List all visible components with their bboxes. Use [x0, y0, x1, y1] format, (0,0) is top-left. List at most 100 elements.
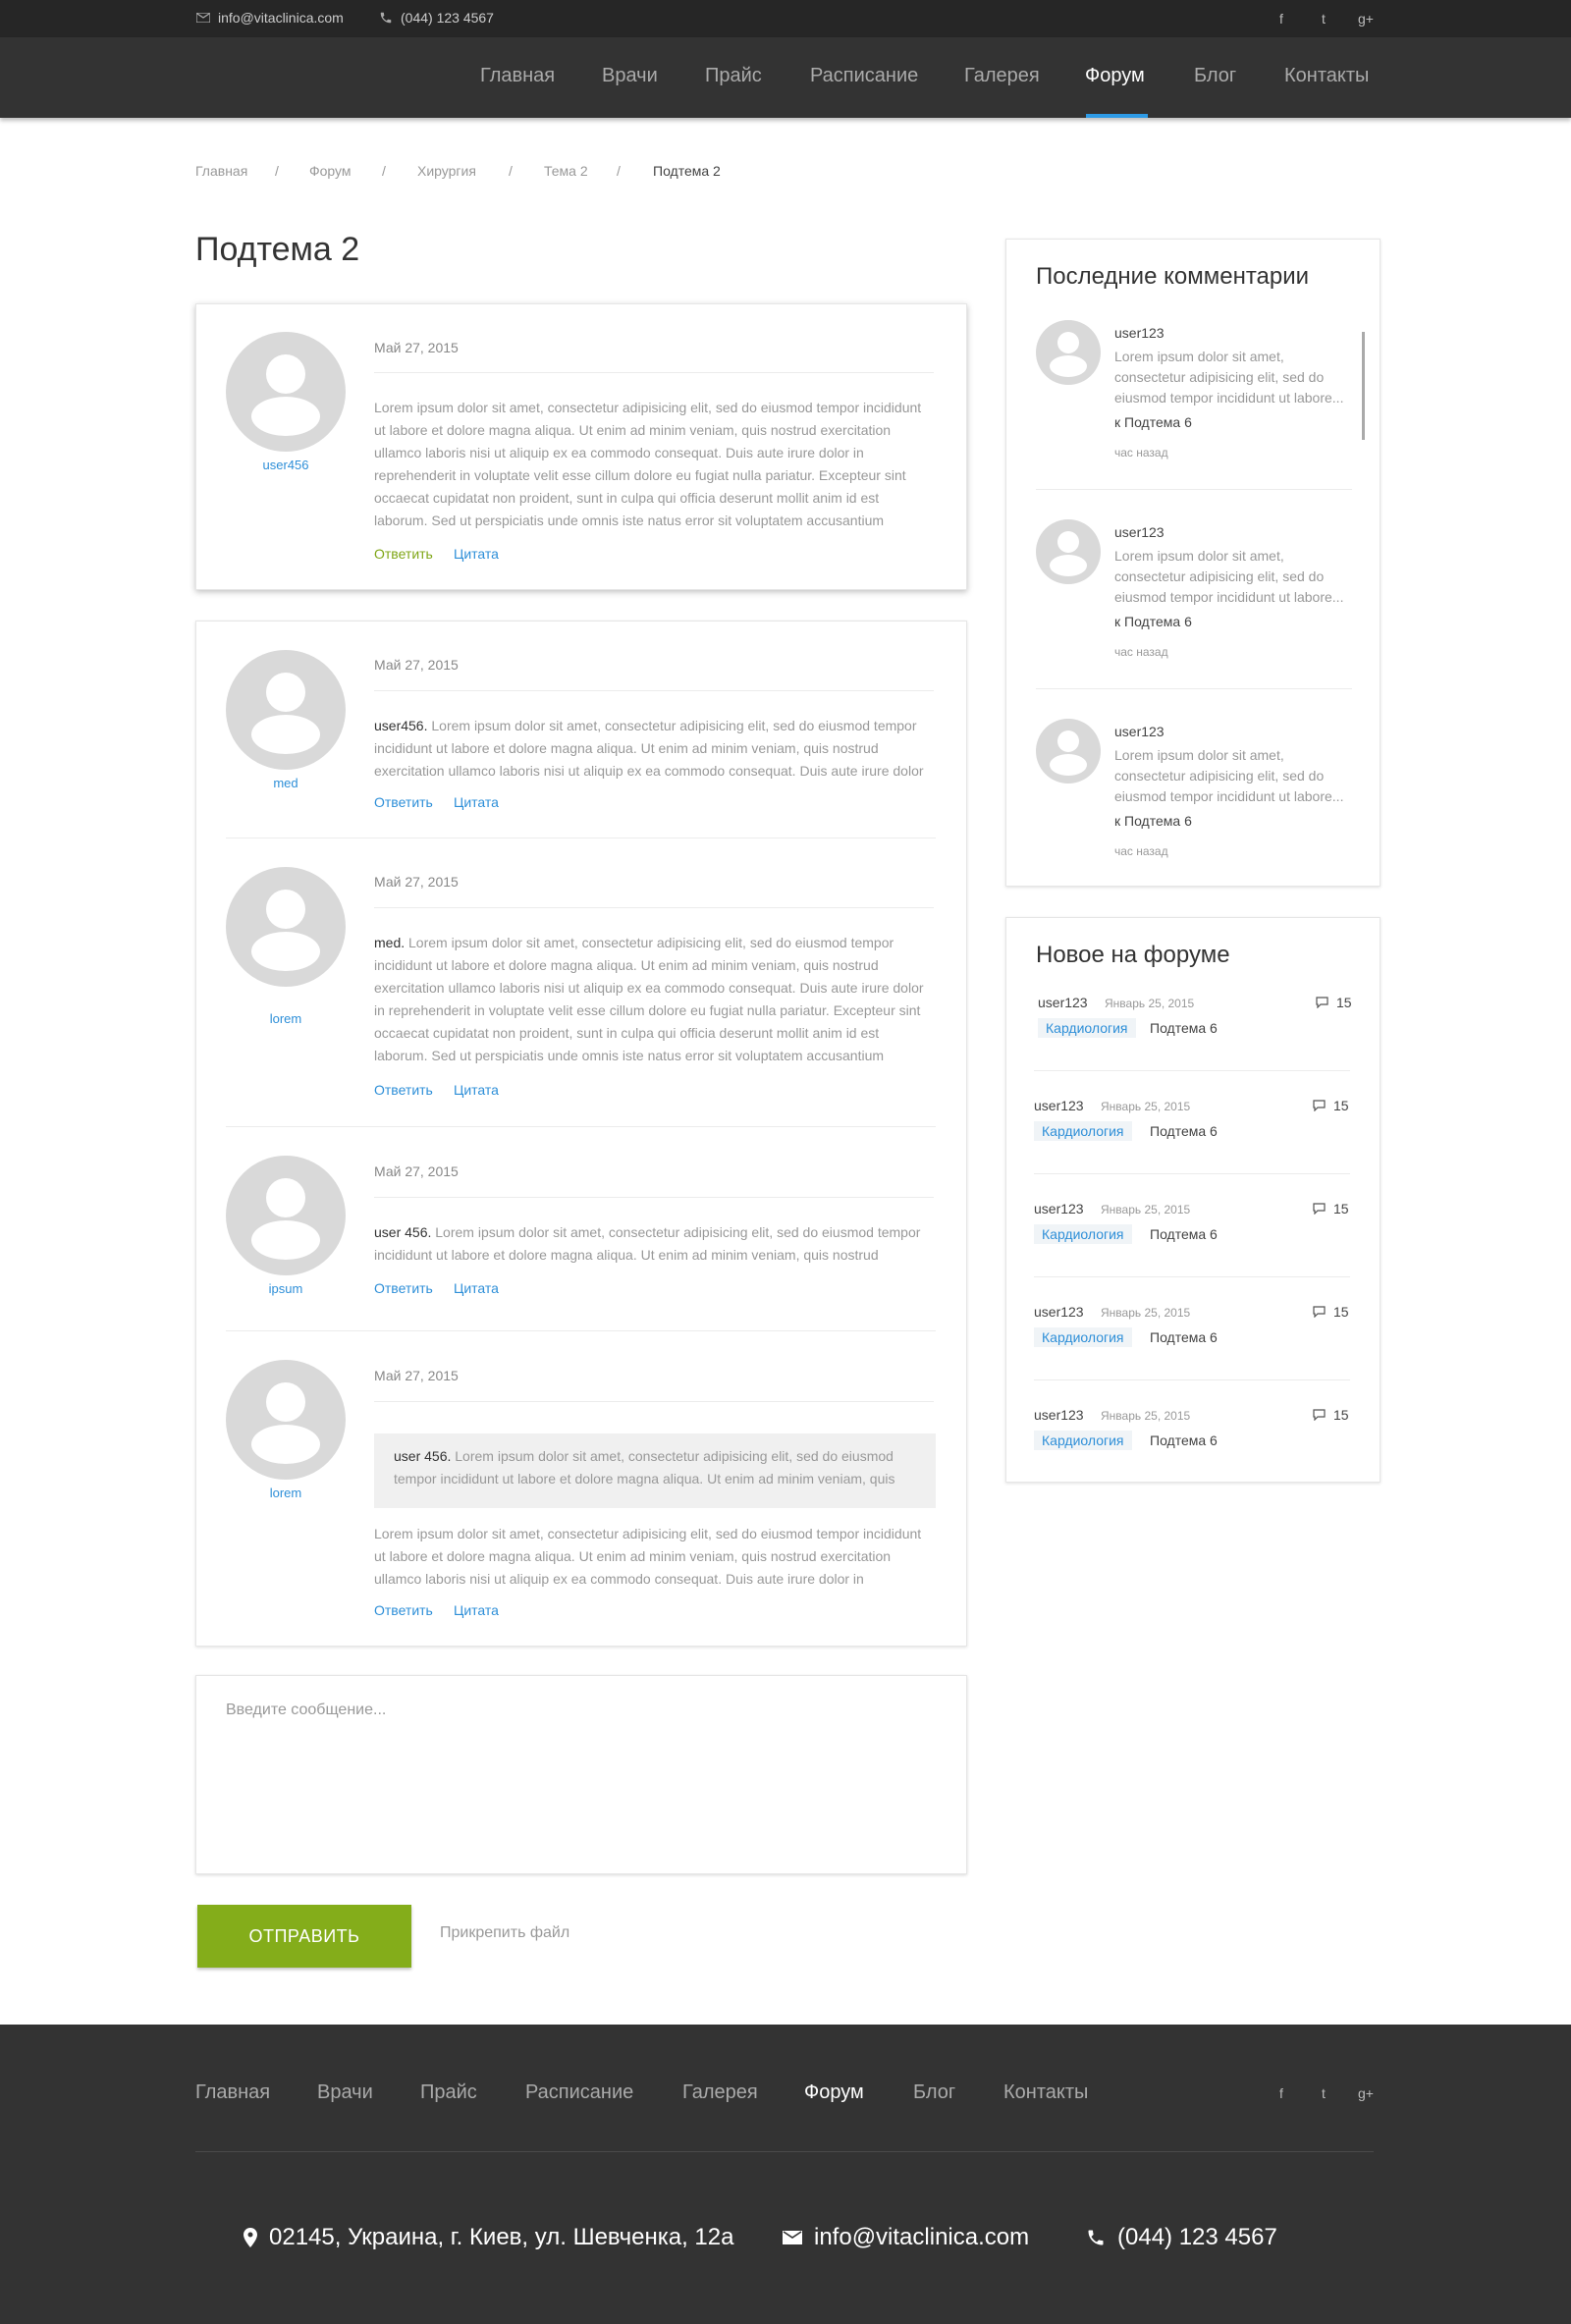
comments-scrollbar[interactable] — [1362, 332, 1365, 440]
forum-item-category-tag[interactable]: Кардиология — [1038, 1018, 1136, 1038]
forum-item-user[interactable]: user123 — [1034, 1098, 1084, 1113]
comment-user[interactable]: user123 — [1114, 724, 1165, 739]
forum-item-date: Январь 25, 2015 — [1101, 1100, 1191, 1113]
forum-item-user[interactable]: user123 — [1034, 1304, 1084, 1320]
quote-link[interactable]: Цитата — [454, 1082, 499, 1098]
avatar[interactable] — [226, 332, 346, 452]
mail-icon — [196, 13, 210, 23]
nav-item-contacts[interactable]: Контакты — [1284, 65, 1369, 87]
forum-item-topic[interactable]: Подтема 6 — [1150, 1020, 1218, 1036]
comment-icon — [1313, 1100, 1326, 1111]
nav-item-schedule[interactable]: Расписание — [810, 65, 918, 87]
google-plus-icon[interactable]: g+ — [1356, 2083, 1376, 2103]
reply-link[interactable]: Ответить — [374, 794, 433, 810]
reply-link[interactable]: Ответить — [374, 1280, 433, 1296]
forum-item-comments: 15 — [1313, 1304, 1349, 1320]
attach-file-link[interactable]: Прикрепить файл — [440, 1924, 569, 1942]
post-separator — [226, 1330, 936, 1331]
google-plus-icon[interactable]: g+ — [1356, 9, 1376, 28]
avatar[interactable] — [226, 867, 346, 987]
post-username[interactable]: ipsum — [226, 1281, 346, 1296]
breadcrumb-forum[interactable]: Форум — [309, 163, 352, 179]
topbar-email[interactable]: info@vitaclinica.com — [196, 10, 344, 26]
footer-nav-schedule[interactable]: Расписание — [525, 2081, 633, 2104]
breadcrumb-separator: / — [275, 163, 279, 179]
footer-nav-forum[interactable]: Форум — [804, 2081, 864, 2104]
comment-topic-link[interactable]: к Подтема 6 — [1114, 614, 1192, 629]
comment-topic-link[interactable]: к Подтема 6 — [1114, 414, 1192, 430]
post-date: Май 27, 2015 — [374, 1163, 459, 1179]
footer-email[interactable]: info@vitaclinica.com — [783, 2224, 1029, 2251]
avatar[interactable] — [226, 1156, 346, 1275]
twitter-icon[interactable]: t — [1314, 9, 1333, 28]
footer-nav-blog[interactable]: Блог — [913, 2081, 955, 2104]
forum-item-user[interactable]: user123 — [1038, 995, 1088, 1010]
quote-link[interactable]: Цитата — [454, 794, 499, 810]
post-username[interactable]: user456 — [226, 458, 346, 472]
footer-divider — [195, 2151, 1374, 2152]
comment-user[interactable]: user123 — [1114, 325, 1165, 341]
reply-link[interactable]: Ответить — [374, 546, 433, 562]
avatar[interactable] — [226, 650, 346, 770]
nav-item-forum[interactable]: Форум — [1085, 65, 1145, 87]
footer-phone[interactable]: (044) 123 4567 — [1086, 2224, 1277, 2251]
avatar[interactable] — [1036, 719, 1101, 784]
footer-address: 02145, Украина, г. Киев, ул. Шевченка, 1… — [244, 2224, 733, 2251]
post-username[interactable]: lorem — [226, 1486, 346, 1500]
forum-item-topic[interactable]: Подтема 6 — [1150, 1432, 1218, 1448]
message-input[interactable] — [196, 1676, 966, 1873]
nav-item-price[interactable]: Прайс — [705, 65, 762, 87]
forum-item-separator — [1034, 1379, 1350, 1380]
comment-user[interactable]: user123 — [1114, 524, 1165, 540]
forum-item-topic[interactable]: Подтема 6 — [1150, 1226, 1218, 1242]
breadcrumb-home[interactable]: Главная — [195, 163, 247, 179]
post-mention: user456. — [374, 718, 428, 733]
topbar-email-text: info@vitaclinica.com — [218, 10, 344, 26]
forum-item-topic[interactable]: Подтема 6 — [1150, 1329, 1218, 1345]
twitter-icon[interactable]: t — [1314, 2083, 1333, 2103]
send-button[interactable]: ОТПРАВИТЬ — [197, 1905, 411, 1968]
quote-link[interactable]: Цитата — [454, 546, 499, 562]
breadcrumb-surgery[interactable]: Хирургия — [417, 163, 476, 179]
forum-item-topic[interactable]: Подтема 6 — [1150, 1123, 1218, 1139]
facebook-icon[interactable]: f — [1272, 9, 1291, 28]
forum-item-category-tag[interactable]: Кардиология — [1034, 1431, 1132, 1450]
footer-nav-gallery[interactable]: Галерея — [682, 2081, 758, 2104]
forum-item-category-tag[interactable]: Кардиология — [1034, 1327, 1132, 1347]
comment-count: 15 — [1333, 1098, 1349, 1113]
nav-item-doctors[interactable]: Врачи — [602, 65, 658, 87]
footer-nav-contacts[interactable]: Контакты — [1003, 2081, 1088, 2104]
avatar[interactable] — [1036, 320, 1101, 385]
post-username[interactable]: med — [226, 776, 346, 790]
breadcrumb-topic[interactable]: Тема 2 — [544, 163, 588, 179]
forum-item-category-tag[interactable]: Кардиология — [1034, 1224, 1132, 1244]
post-date: Май 27, 2015 — [374, 657, 459, 673]
post-date: Май 27, 2015 — [374, 340, 459, 355]
facebook-icon[interactable]: f — [1272, 2083, 1291, 2103]
footer-nav-price[interactable]: Прайс — [420, 2081, 477, 2104]
reply-link[interactable]: Ответить — [374, 1082, 433, 1098]
quote-link[interactable]: Цитата — [454, 1280, 499, 1296]
forum-item-date: Январь 25, 2015 — [1101, 1409, 1191, 1423]
avatar[interactable] — [226, 1360, 346, 1480]
nav-item-blog[interactable]: Блог — [1194, 65, 1236, 87]
forum-item-user[interactable]: user123 — [1034, 1201, 1084, 1216]
topbar-phone[interactable]: (044) 123 4567 — [379, 10, 494, 26]
forum-item-category-tag[interactable]: Кардиология — [1034, 1121, 1132, 1141]
footer-phone-text: (044) 123 4567 — [1117, 2224, 1277, 2250]
footer-nav-doctors[interactable]: Врачи — [317, 2081, 373, 2104]
forum-item-comments: 15 — [1313, 1098, 1349, 1113]
forum-item-user[interactable]: user123 — [1034, 1407, 1084, 1423]
post-username[interactable]: lorem — [226, 1011, 346, 1026]
post-divider — [374, 690, 934, 691]
nav-item-gallery[interactable]: Галерея — [964, 65, 1040, 87]
avatar[interactable] — [1036, 519, 1101, 584]
footer-address-text: 02145, Украина, г. Киев, ул. Шевченка, 1… — [269, 2224, 734, 2250]
quote-link[interactable]: Цитата — [454, 1602, 499, 1618]
footer-nav-home[interactable]: Главная — [195, 2081, 270, 2104]
forum-item-separator — [1034, 1276, 1350, 1277]
comment-topic-link[interactable]: к Подтема 6 — [1114, 813, 1192, 829]
nav-item-home[interactable]: Главная — [480, 65, 555, 87]
reply-link[interactable]: Ответить — [374, 1602, 433, 1618]
comment-icon — [1313, 1409, 1326, 1421]
